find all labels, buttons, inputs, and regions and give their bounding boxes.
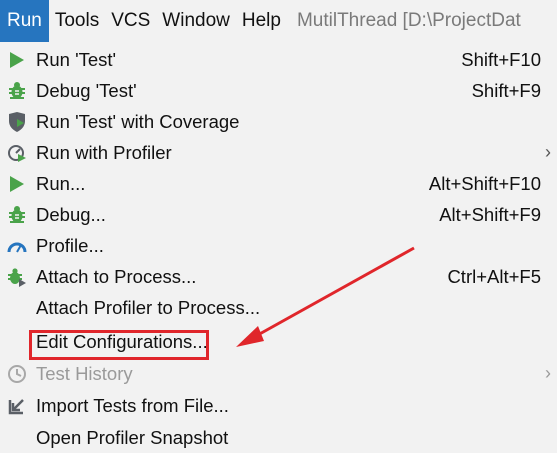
menu-item-shortcut: Shift+F10 — [461, 49, 541, 70]
history-icon — [6, 363, 27, 384]
run-icon — [6, 49, 27, 70]
menu-item-label: Attach to Process... — [36, 266, 197, 287]
menu-item-test-history: Test History › — [0, 358, 557, 389]
menu-item-label: Run... — [36, 173, 86, 194]
menu-vcs[interactable]: VCS — [105, 0, 156, 42]
menu-item-label: Attach Profiler to Process... — [36, 297, 261, 318]
submenu-arrow-icon: › — [545, 142, 551, 162]
menu-item-shortcut: Alt+Shift+F9 — [439, 204, 541, 225]
menu-item-label: Debug 'Test' — [36, 80, 137, 101]
run-dropdown-menu: Run 'Test' Shift+F10 Debug 'Test' Shift+… — [0, 44, 557, 448]
run-icon — [6, 173, 27, 194]
attach-debugger-icon — [6, 266, 27, 287]
menu-run[interactable]: Run — [0, 0, 49, 42]
debug-icon — [6, 204, 27, 225]
menu-window[interactable]: Window — [156, 0, 236, 42]
menu-item-run-test[interactable]: Run 'Test' Shift+F10 — [0, 44, 557, 75]
menu-item-open-profiler-snapshot[interactable]: Open Profiler Snapshot — [0, 422, 557, 453]
menu-item-run-with-profiler[interactable]: Run with Profiler › — [0, 137, 557, 168]
menu-item-run-with-coverage[interactable]: Run 'Test' with Coverage — [0, 106, 557, 137]
menu-item-attach-profiler[interactable]: Attach Profiler to Process... — [0, 292, 557, 323]
menu-item-shortcut: Ctrl+Alt+F5 — [447, 266, 541, 287]
annotation-highlight-box — [29, 330, 209, 360]
menu-item-import-tests[interactable]: Import Tests from File... — [0, 390, 557, 421]
profiler-icon — [6, 142, 27, 163]
submenu-arrow-icon: › — [545, 363, 551, 383]
menu-item-shortcut: Alt+Shift+F10 — [428, 173, 541, 194]
menu-item-debug-test[interactable]: Debug 'Test' Shift+F9 — [0, 75, 557, 106]
menu-item-attach-to-process[interactable]: Attach to Process... Ctrl+Alt+F5 — [0, 261, 557, 292]
menu-bar: Run Tools VCS Window Help MutilThread [D… — [0, 0, 557, 42]
import-icon — [6, 395, 27, 416]
menu-item-label: Run with Profiler — [36, 142, 172, 163]
menu-item-debug-dots[interactable]: Debug... Alt+Shift+F9 — [0, 199, 557, 230]
menu-item-profile[interactable]: Profile... — [0, 230, 557, 261]
menu-item-run-dots[interactable]: Run... Alt+Shift+F10 — [0, 168, 557, 199]
coverage-icon — [6, 111, 27, 132]
menu-item-shortcut: Shift+F9 — [471, 80, 541, 101]
menu-item-label: Test History — [36, 363, 133, 384]
menu-item-label: Run 'Test' — [36, 49, 117, 70]
menu-item-label: Profile... — [36, 235, 104, 256]
debug-icon — [6, 80, 27, 101]
menu-help[interactable]: Help — [236, 0, 287, 42]
menu-item-label: Debug... — [36, 204, 106, 225]
menu-item-label: Open Profiler Snapshot — [36, 427, 229, 448]
window-title: MutilThread [D:\ProjectDat — [296, 10, 521, 31]
profile-gauge-icon — [6, 235, 27, 256]
menu-item-label: Run 'Test' with Coverage — [36, 111, 240, 132]
menu-item-label: Import Tests from File... — [36, 395, 229, 416]
menu-tools[interactable]: Tools — [49, 0, 105, 42]
